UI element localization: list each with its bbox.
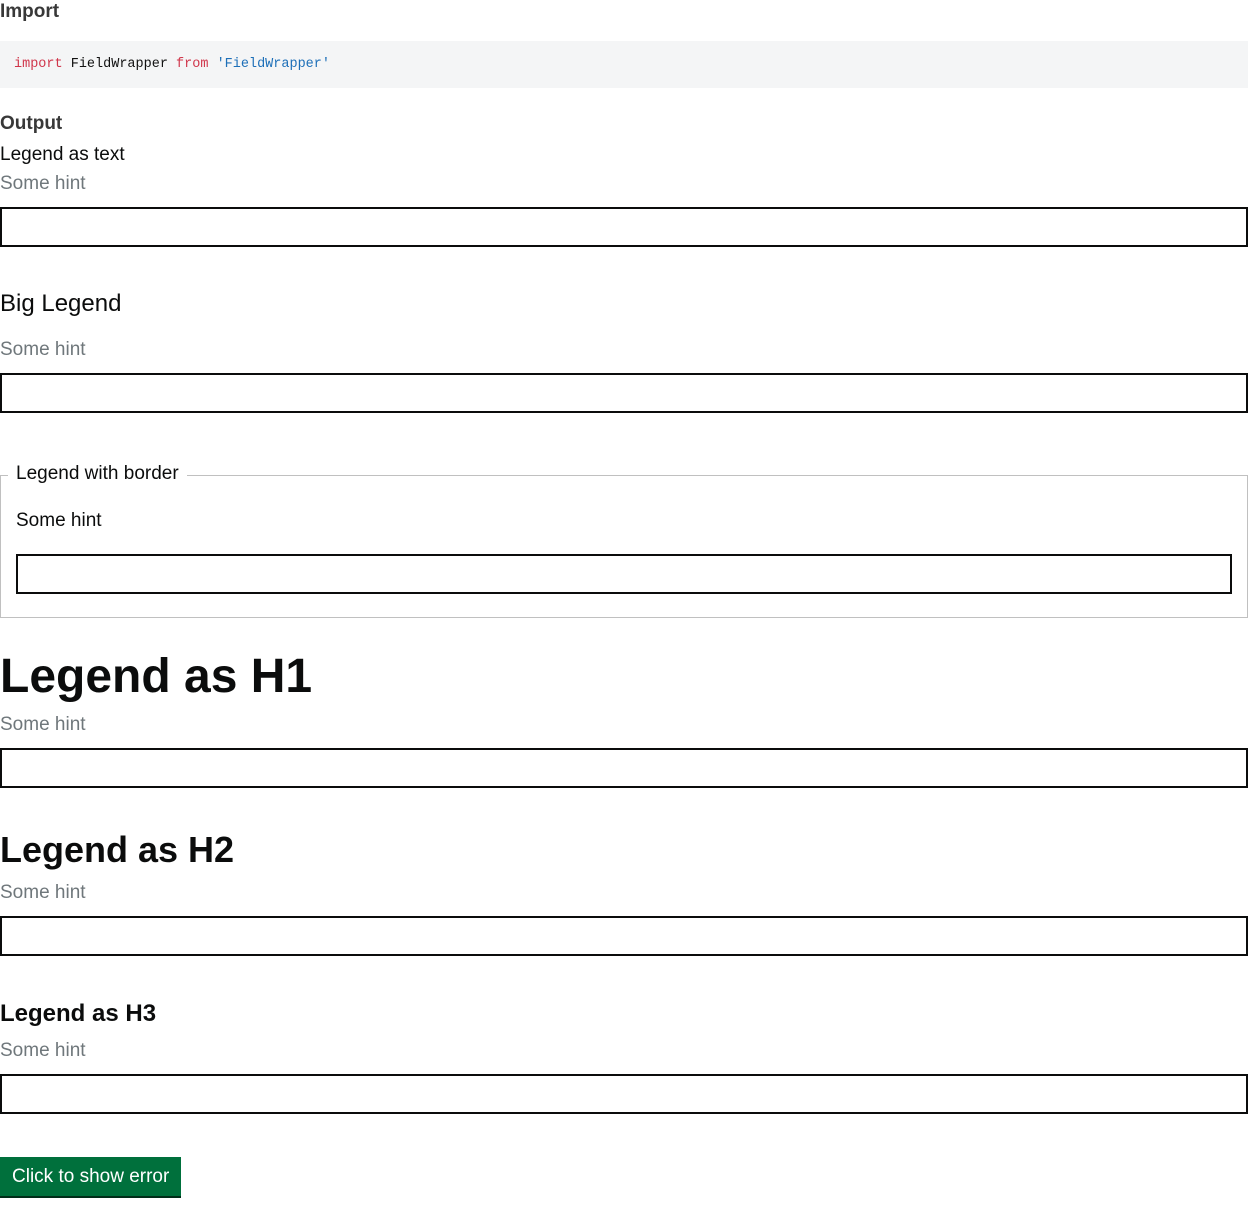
field-hint: Some hint [0,714,86,735]
code-keyword-from: from [176,57,209,72]
legend-as-h1: Legend as H1 [0,650,313,703]
text-input-legend-as-text[interactable] [0,207,1248,247]
field-hint: Some hint [0,173,86,194]
legend-as-h2: Legend as H2 [0,829,235,870]
field-hint: Some hint [0,882,86,903]
text-input-legend-as-h1[interactable] [0,748,1248,788]
legend-with-border: Legend with border [8,462,187,486]
bordered-fieldset [0,475,1248,618]
field-hint: Some hint [16,510,102,531]
code-identifier: FieldWrapper [70,57,168,72]
import-heading: Import [0,1,60,22]
code-keyword-import: import [14,57,63,72]
legend-as-text: Legend as text [0,144,125,165]
legend-as-h3: Legend as H3 [0,1000,157,1027]
code-module-string: 'FieldWrapper' [216,57,330,72]
field-hint: Some hint [0,1040,86,1061]
big-legend: Big Legend [0,290,122,317]
text-input-legend-as-h3[interactable] [0,1074,1248,1114]
field-hint: Some hint [0,339,86,360]
text-input-legend-as-h2[interactable] [0,916,1248,956]
text-input-big-legend[interactable] [0,373,1248,413]
import-code-block: import FieldWrapper from 'FieldWrapper' [0,41,1248,88]
page: Import import FieldWrapper from 'FieldWr… [0,0,1248,1228]
show-error-button[interactable]: Click to show error [0,1157,182,1196]
text-input-legend-with-border[interactable] [16,554,1232,594]
output-heading: Output [0,113,63,134]
